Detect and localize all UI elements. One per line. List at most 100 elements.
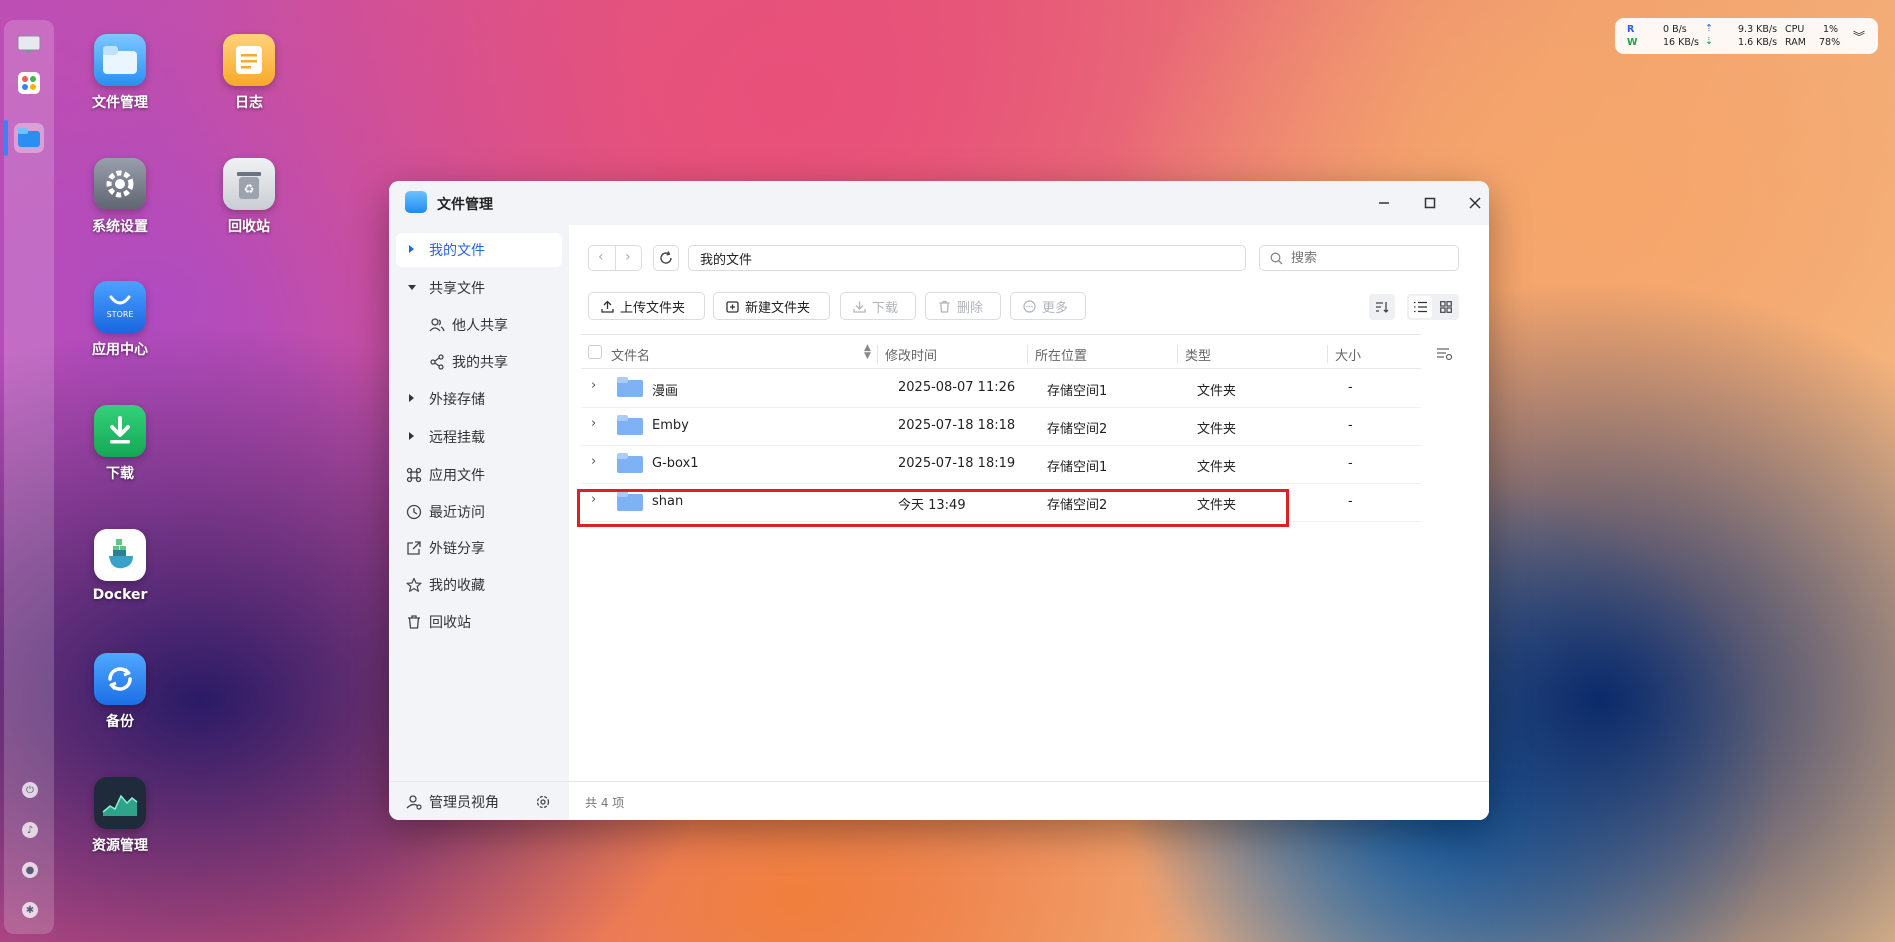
column-header-size[interactable]: 大小 bbox=[1335, 345, 1361, 364]
desktop-icon-label: 文件管理 bbox=[92, 95, 148, 111]
folder-icon bbox=[617, 415, 643, 435]
maximize-icon[interactable] bbox=[1418, 191, 1442, 215]
item-count: 共 4 项 bbox=[585, 796, 625, 810]
upload-folder-button[interactable]: 上传文件夹 bbox=[588, 292, 705, 320]
history-nav: ‹ › bbox=[588, 245, 642, 271]
column-header-modified[interactable]: 修改时间 bbox=[885, 345, 937, 364]
file-name: Emby bbox=[652, 418, 689, 433]
recycle-bin-icon: ♻ bbox=[223, 158, 275, 210]
column-header-name[interactable]: 文件名 bbox=[611, 345, 650, 364]
sidebar-item-shared-by-others[interactable]: 他人共享 bbox=[396, 308, 562, 342]
modified-time: 2025-07-18 18:19 bbox=[898, 456, 1016, 471]
share-icon bbox=[430, 354, 444, 370]
sort-arrows-icon[interactable]: ▲ ▼ bbox=[864, 344, 871, 361]
sort-button[interactable] bbox=[1369, 294, 1395, 320]
delete-button[interactable]: 删除 bbox=[925, 292, 1001, 320]
grid-view-button[interactable] bbox=[1434, 296, 1457, 318]
apps-grid-icon[interactable] bbox=[14, 68, 44, 98]
modified-time: 2025-07-18 18:18 bbox=[898, 418, 1016, 433]
refresh-icon bbox=[660, 251, 672, 264]
admin-settings-icon[interactable] bbox=[535, 794, 551, 810]
column-header-type[interactable]: 类型 bbox=[1185, 345, 1211, 364]
caret-down-icon bbox=[408, 285, 416, 290]
chevron-right-icon[interactable]: › bbox=[591, 416, 596, 431]
desktop-icon-download[interactable]: 下载 bbox=[65, 405, 175, 483]
desktop-monitor-icon[interactable] bbox=[14, 30, 44, 60]
new-folder-icon bbox=[726, 300, 739, 313]
chevron-right-icon[interactable]: › bbox=[591, 454, 596, 469]
gear-icon bbox=[94, 158, 146, 210]
desktop-icon-resource-monitor[interactable]: 资源管理 bbox=[65, 777, 175, 855]
column-separator bbox=[877, 345, 878, 363]
desktop-icon-file-manager[interactable]: 文件管理 bbox=[65, 34, 175, 112]
refresh-button[interactable] bbox=[653, 245, 679, 271]
column-settings-icon[interactable] bbox=[1437, 347, 1453, 361]
download-speed: 1.6 KB/s bbox=[1738, 37, 1778, 48]
desktop-icon-log[interactable]: 日志 bbox=[194, 34, 304, 112]
chevron-down-icon[interactable]: ︾ bbox=[1853, 28, 1865, 45]
view-toggle bbox=[1407, 294, 1459, 320]
file-size: - bbox=[1348, 418, 1353, 433]
sidebar-item-favorites[interactable]: 我的收藏 bbox=[396, 568, 562, 602]
sidebar-item-app-files[interactable]: 应用文件 bbox=[396, 458, 562, 492]
bell-icon[interactable]: ♪ bbox=[22, 822, 38, 838]
upload-icon bbox=[601, 300, 614, 313]
desktop-icon-recycle-bin[interactable]: ♻ 回收站 bbox=[194, 158, 304, 236]
list-view-icon bbox=[1414, 301, 1427, 313]
search-box[interactable] bbox=[1259, 245, 1459, 271]
table-row[interactable]: › Emby 2025-07-18 18:18 存储空间2 文件夹 - bbox=[581, 407, 1421, 446]
sidebar-item-label: 我的文件 bbox=[429, 243, 485, 259]
list-view-button[interactable] bbox=[1409, 296, 1432, 318]
search-input[interactable] bbox=[1289, 249, 1453, 267]
svg-text:♻: ♻ bbox=[244, 182, 255, 196]
external-link-icon bbox=[407, 541, 421, 555]
desktop-icon-backup[interactable]: 备份 bbox=[65, 653, 175, 731]
read-label: R bbox=[1627, 24, 1635, 35]
sidebar-item-external-storage[interactable]: 外接存储 bbox=[396, 382, 562, 416]
path-bar[interactable]: 我的文件 bbox=[688, 245, 1246, 271]
sidebar-item-my-files[interactable]: 我的文件 bbox=[396, 233, 562, 267]
power-icon[interactable]: ⏻ bbox=[22, 782, 38, 798]
sidebar-item-label: 外接存储 bbox=[429, 392, 485, 408]
folder-app-icon bbox=[94, 34, 146, 86]
dock-file-manager-icon[interactable] bbox=[14, 123, 44, 153]
caret-right-icon bbox=[409, 432, 414, 440]
sidebar-item-label: 我的收藏 bbox=[429, 578, 485, 594]
caret-right-icon bbox=[409, 394, 414, 402]
select-all-checkbox[interactable] bbox=[588, 345, 602, 359]
sidebar-item-shared-files[interactable]: 共享文件 bbox=[396, 271, 562, 305]
more-button[interactable]: 更多 bbox=[1010, 292, 1086, 320]
sidebar-item-label: 我的共享 bbox=[452, 355, 508, 371]
desktop-icon-app-center[interactable]: STORE 应用中心 bbox=[65, 281, 175, 359]
sidebar-item-recycle-bin[interactable]: 回收站 bbox=[396, 605, 562, 639]
admin-view-bar: 管理员视角 bbox=[389, 781, 569, 820]
clock-icon bbox=[406, 504, 422, 520]
back-arrow-icon[interactable]: ‹ bbox=[598, 249, 604, 265]
ram-label: RAM bbox=[1785, 37, 1806, 48]
new-folder-button[interactable]: 新建文件夹 bbox=[713, 292, 830, 320]
file-name: G-box1 bbox=[652, 456, 699, 471]
settings-gear-icon[interactable]: ✱ bbox=[22, 902, 38, 918]
highlight-box bbox=[577, 489, 1289, 527]
file-type: 文件夹 bbox=[1197, 460, 1237, 475]
column-header-location[interactable]: 所在位置 bbox=[1035, 345, 1087, 364]
table-row[interactable]: › G-box1 2025-07-18 18:19 存储空间1 文件夹 - bbox=[581, 445, 1421, 484]
desktop-icon-settings[interactable]: 系统设置 bbox=[65, 158, 175, 236]
user-icon[interactable]: ● bbox=[22, 862, 38, 878]
sidebar-item-recent[interactable]: 最近访问 bbox=[396, 495, 562, 529]
chevron-right-icon[interactable]: › bbox=[591, 378, 596, 393]
window-titlebar[interactable]: 文件管理 bbox=[389, 181, 1489, 225]
sidebar-item-my-shares[interactable]: 我的共享 bbox=[396, 345, 562, 379]
close-icon[interactable] bbox=[1463, 191, 1487, 215]
sidebar-item-remote-mount[interactable]: 远程挂载 bbox=[396, 420, 562, 454]
sidebar-item-link-share[interactable]: 外链分享 bbox=[396, 531, 562, 565]
forward-arrow-icon[interactable]: › bbox=[625, 249, 631, 265]
desktop-icon-label: Docker bbox=[92, 587, 148, 603]
table-row[interactable]: › 漫画 2025-08-07 11:26 存储空间1 文件夹 - bbox=[581, 369, 1421, 408]
desktop-icon-docker[interactable]: Docker bbox=[65, 529, 175, 603]
minimize-icon[interactable] bbox=[1372, 191, 1396, 215]
download-button[interactable]: 下载 bbox=[840, 292, 916, 320]
admin-view-label[interactable]: 管理员视角 bbox=[429, 792, 499, 812]
sidebar-item-label: 远程挂载 bbox=[429, 430, 485, 446]
write-label: W bbox=[1627, 37, 1638, 48]
